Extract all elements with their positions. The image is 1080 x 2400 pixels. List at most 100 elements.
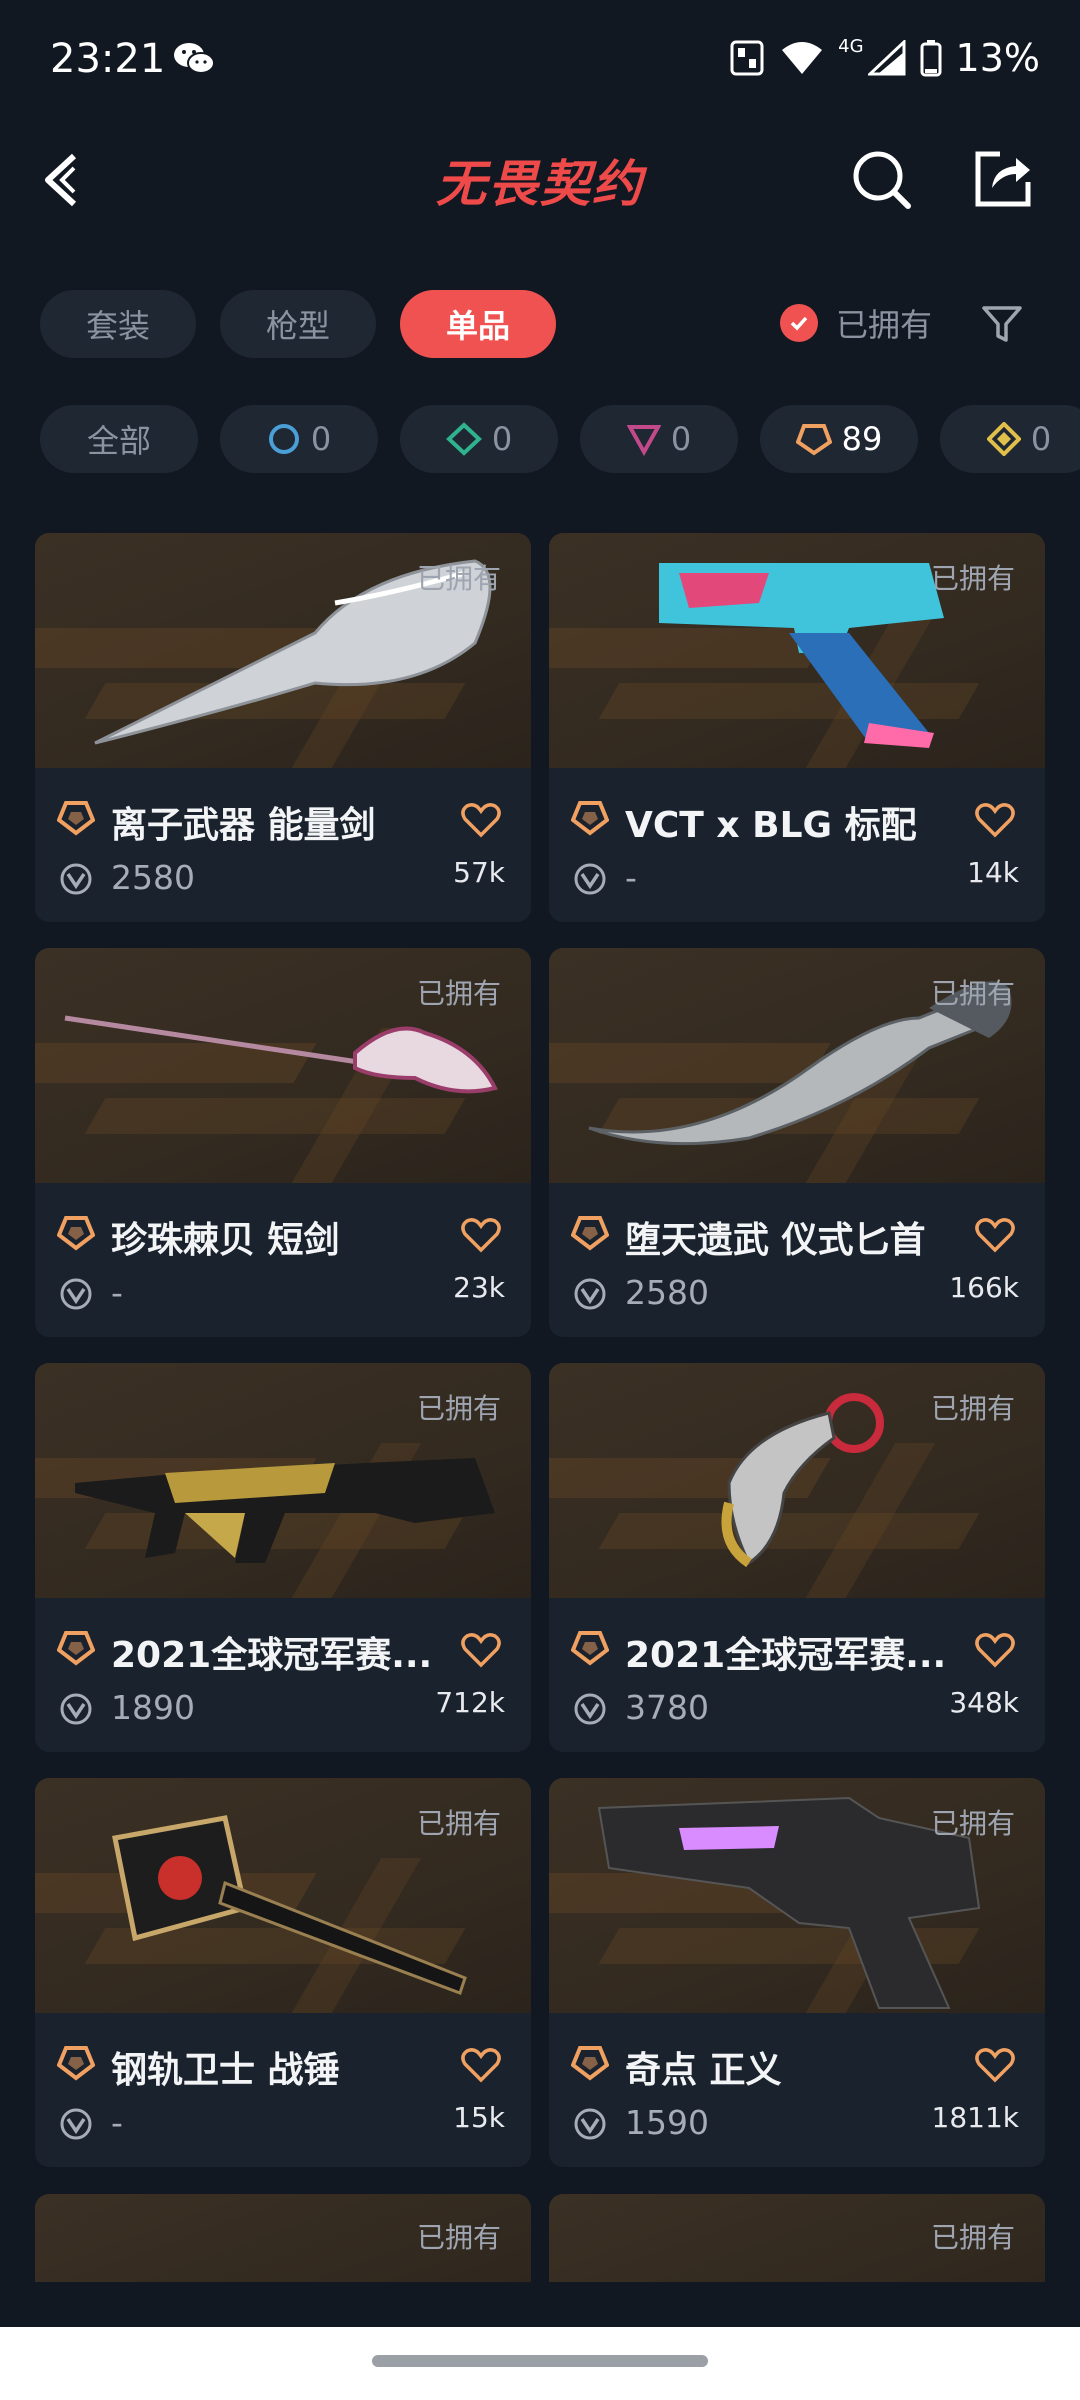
vp-currency-icon <box>60 2108 92 2140</box>
item-info: 奇点 正义 1590 1811k <box>549 2013 1045 2167</box>
item-card[interactable]: 已拥有 钢轨卫士 战锤 - 15k <box>35 1778 531 2167</box>
item-info: 离子武器 能量剑 2580 57k <box>35 768 531 922</box>
vp-currency-icon <box>574 2108 606 2140</box>
tier-count: 0 <box>310 420 332 458</box>
network-type: 4G <box>838 36 864 57</box>
vp-currency-icon <box>574 1693 606 1725</box>
heart-icon[interactable] <box>461 1632 501 1668</box>
item-name: 堕天遗武 仪式匕首 <box>625 1220 926 1261</box>
heart-icon[interactable] <box>975 802 1015 838</box>
item-card-partial[interactable]: 已拥有 <box>549 2194 1045 2282</box>
owned-tag: 已拥有 <box>930 1392 1015 1425</box>
item-info: 珍珠棘贝 短剑 - 23k <box>35 1183 531 1337</box>
tier-count: 0 <box>1030 420 1052 458</box>
item-price: - <box>111 1273 123 1312</box>
tier-chip-all-label: 全部 <box>86 422 151 460</box>
item-card-partial[interactable]: 已拥有 <box>35 2194 531 2282</box>
item-grid: 已拥有 离子武器 能量剑 2580 57k 已拥有 VCT x BLG 标配 -… <box>35 533 1045 2167</box>
heart-icon[interactable] <box>975 2047 1015 2083</box>
share-icon[interactable] <box>972 148 1034 210</box>
heart-icon[interactable] <box>975 1217 1015 1253</box>
exclusive-tier-icon <box>571 1631 609 1666</box>
owned-tag: 已拥有 <box>416 1807 501 1840</box>
tier-chip-select[interactable]: 0 <box>220 405 378 473</box>
wifi-icon <box>782 42 823 74</box>
exclusive-tier-icon <box>57 1631 95 1666</box>
item-price: 2580 <box>111 858 195 897</box>
exclusive-tier-icon <box>57 1216 95 1251</box>
battery-icon <box>920 40 942 77</box>
tier-chip-all[interactable]: 全部 <box>40 405 198 473</box>
tier-chip-exclusive[interactable]: 89 <box>760 405 918 473</box>
item-image: 已拥有 <box>549 533 1045 768</box>
owned-tag: 已拥有 <box>416 1392 501 1425</box>
item-price: 2580 <box>625 1273 709 1312</box>
item-name: 珍珠棘贝 短剑 <box>111 1220 340 1261</box>
like-count: 57k <box>453 856 505 889</box>
vp-currency-icon <box>574 863 606 895</box>
like-count: 23k <box>453 1271 505 1304</box>
item-name: 2021全球冠军赛... <box>625 1635 947 1676</box>
item-name: 2021全球冠军赛... <box>111 1635 433 1676</box>
item-image: 已拥有 <box>549 1363 1045 1598</box>
tier-chip-ultra[interactable]: 0 <box>940 405 1080 473</box>
item-image: 已拥有 <box>35 533 531 768</box>
item-card[interactable]: 已拥有 珍珠棘贝 短剑 - 23k <box>35 948 531 1337</box>
tier-count: 0 <box>670 420 692 458</box>
exclusive-tier-icon <box>571 2046 609 2081</box>
item-card[interactable]: 已拥有 堕天遗武 仪式匕首 2580 166k <box>549 948 1045 1337</box>
tier-chip-deluxe[interactable]: 0 <box>400 405 558 473</box>
item-image: 已拥有 <box>35 948 531 1183</box>
like-count: 14k <box>967 856 1019 889</box>
owned-tag: 已拥有 <box>416 2221 501 2254</box>
tier-chip-premium[interactable]: 0 <box>580 405 738 473</box>
ultra-tier-icon <box>986 422 1021 456</box>
tab-single-items[interactable]: 单品 <box>400 290 557 358</box>
search-icon[interactable] <box>850 148 912 210</box>
item-info: 2021全球冠军赛... 3780 348k <box>549 1598 1045 1752</box>
item-name: 钢轨卫士 战锤 <box>111 2050 340 2091</box>
checkmark-icon <box>780 304 818 342</box>
nfc-icon <box>730 40 764 76</box>
item-card[interactable]: 已拥有 2021全球冠军赛... 3780 348k <box>549 1363 1045 1752</box>
heart-icon[interactable] <box>461 2047 501 2083</box>
item-info: VCT x BLG 标配 - 14k <box>549 768 1045 922</box>
like-count: 1811k <box>931 2101 1019 2134</box>
owned-tag: 已拥有 <box>930 977 1015 1010</box>
heart-icon[interactable] <box>461 802 501 838</box>
owned-tag: 已拥有 <box>930 562 1015 595</box>
item-image: 已拥有 <box>35 1363 531 1598</box>
like-count: 166k <box>949 1271 1019 1304</box>
status-time: 23:21 <box>50 36 166 82</box>
item-image: 已拥有 <box>549 1778 1045 2013</box>
exclusive-tier-icon <box>571 1216 609 1251</box>
like-count: 348k <box>949 1686 1019 1719</box>
item-price: 3780 <box>625 1688 709 1727</box>
home-indicator[interactable] <box>372 2355 708 2367</box>
item-price: - <box>625 858 637 897</box>
item-card[interactable]: 已拥有 离子武器 能量剑 2580 57k <box>35 533 531 922</box>
tab-weapon-types[interactable]: 枪型 <box>220 290 377 358</box>
vp-currency-icon <box>60 863 92 895</box>
item-info: 钢轨卫士 战锤 - 15k <box>35 2013 531 2167</box>
item-card[interactable]: 已拥有 2021全球冠军赛... 1890 712k <box>35 1363 531 1752</box>
heart-icon[interactable] <box>461 1217 501 1253</box>
wechat-icon <box>174 43 215 74</box>
item-name: VCT x BLG 标配 <box>625 805 917 846</box>
status-bar: 23:21 4G 13% <box>0 0 1080 120</box>
premium-tier-icon <box>626 425 661 456</box>
item-name: 离子武器 能量剑 <box>111 805 376 846</box>
item-card[interactable]: 已拥有 奇点 正义 1590 1811k <box>549 1778 1045 2167</box>
item-card[interactable]: 已拥有 VCT x BLG 标配 - 14k <box>549 533 1045 922</box>
item-price: 1890 <box>111 1688 195 1727</box>
exclusive-tier-icon <box>57 2046 95 2081</box>
heart-icon[interactable] <box>975 1632 1015 1668</box>
owned-filter-label: 已拥有 <box>836 306 933 344</box>
tab-bundles[interactable]: 套装 <box>40 290 197 358</box>
battery-percent: 13% <box>955 36 1040 80</box>
owned-tag: 已拥有 <box>416 977 501 1010</box>
filter-icon[interactable] <box>980 302 1024 346</box>
owned-filter-toggle[interactable]: 已拥有 <box>780 300 932 346</box>
exclusive-tier-icon <box>795 424 832 456</box>
system-nav-bar <box>0 2327 1080 2400</box>
